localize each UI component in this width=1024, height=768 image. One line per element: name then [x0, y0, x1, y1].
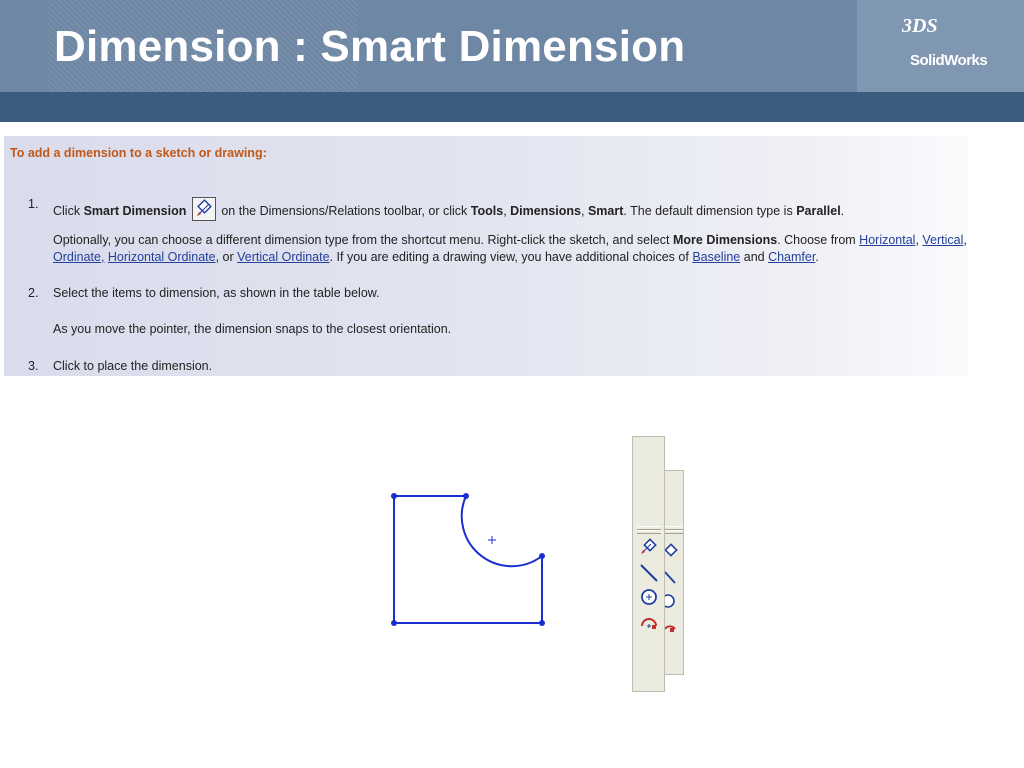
text: , [581, 204, 588, 218]
circle-icon[interactable] [637, 586, 661, 608]
slide-title: Dimension : Smart Dimension [54, 22, 686, 71]
sketch-point [539, 553, 545, 559]
link-chamfer[interactable]: Chamfer [768, 250, 815, 264]
sketch-point [463, 493, 469, 499]
menu-tools: Tools [470, 204, 504, 218]
smart-dimension-icon[interactable] [664, 539, 683, 561]
sketch-point [391, 493, 397, 499]
text: . [815, 250, 819, 264]
solidworks-logo-text: SolidWorks [910, 52, 988, 69]
arc-icon[interactable] [664, 615, 683, 637]
step-1-text: Click Smart Dimension on the Dimensions/… [53, 197, 844, 221]
arc-center-marker [488, 536, 496, 544]
step-1-number: 1. [28, 197, 39, 211]
step-1-optional-line-2: Ordinate, Horizontal Ordinate, or Vertic… [53, 250, 819, 264]
link-baseline[interactable]: Baseline [692, 250, 740, 264]
step-2-text: Select the items to dimension, as shown … [53, 286, 380, 300]
link-vertical[interactable]: Vertical [922, 233, 963, 247]
text: . The default dimension type is [623, 204, 797, 218]
toolbar-grip[interactable] [665, 530, 683, 534]
link-horizontal[interactable]: Horizontal [859, 233, 915, 247]
step-1-optional-line-1: Optionally, you can choose a different d… [53, 233, 967, 247]
smart-dimension-icon[interactable] [637, 537, 661, 559]
link-horizontal-ordinate[interactable]: Horizontal Ordinate [108, 250, 216, 264]
toolbar-grip[interactable] [637, 530, 661, 534]
smart-dimension-label: Smart Dimension [83, 204, 187, 218]
step-3-text: Click to place the dimension. [53, 359, 213, 373]
text: . [840, 204, 845, 218]
instruction-heading: To add a dimension to a sketch or drawin… [10, 146, 267, 160]
sketch-point [391, 620, 397, 626]
text: and [740, 250, 769, 264]
smart-dimension-icon[interactable] [191, 197, 216, 221]
circle-icon[interactable] [661, 589, 683, 611]
text: , or [215, 250, 238, 264]
link-ordinate[interactable]: Ordinate, [53, 250, 104, 264]
arc-icon[interactable] [637, 611, 661, 633]
more-dimensions-label: More Dimensions [673, 233, 778, 247]
step-3-number: 3. [28, 359, 39, 373]
sketch-point [539, 620, 545, 626]
text: Optionally, you can choose a different d… [53, 233, 673, 247]
line-icon[interactable] [664, 567, 683, 589]
dimensions-relations-toolbar-secondary [661, 470, 684, 675]
slide-header: Dimension : Smart Dimension 3DS SolidWor… [0, 0, 1024, 92]
sketch-profile [393, 495, 543, 624]
header-band [0, 92, 1024, 122]
menu-dimensions: Dimensions [510, 204, 581, 218]
menu-smart: Smart [587, 204, 624, 218]
text: . If you are editing a drawing view, you… [329, 250, 693, 264]
instruction-panel: To add a dimension to a sketch or drawin… [4, 136, 968, 376]
sketch-drawing [391, 493, 545, 626]
parallel-label: Parallel [796, 204, 841, 218]
step-2-note: As you move the pointer, the dimension s… [53, 322, 452, 336]
line-icon[interactable] [637, 562, 661, 584]
text: . Choose from [777, 233, 860, 247]
ds-logo-mark: 3DS [902, 15, 938, 37]
text: Click [53, 204, 84, 218]
text: on the Dimensions/Relations toolbar, or … [221, 204, 471, 218]
logo-panel [857, 0, 1024, 92]
dimensions-relations-toolbar [632, 436, 665, 692]
text: , [963, 233, 967, 247]
step-2-number: 2. [28, 286, 39, 300]
link-vertical-ordinate[interactable]: Vertical Ordinate [237, 250, 329, 264]
